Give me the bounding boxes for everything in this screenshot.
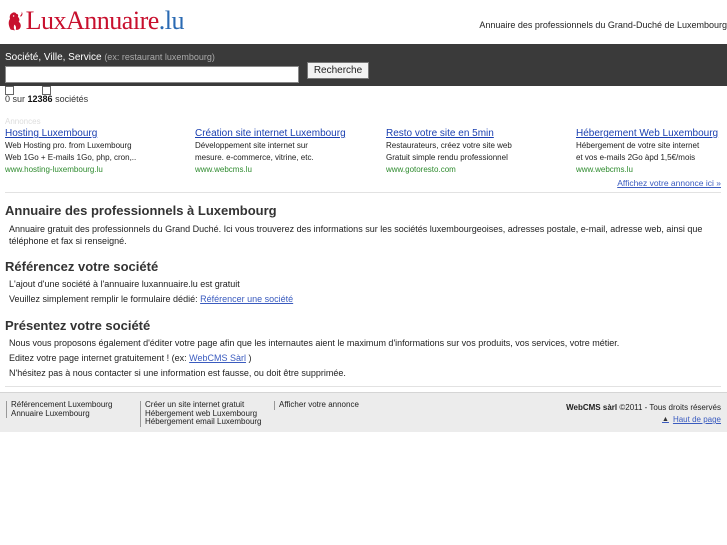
ads-label: Annonces bbox=[5, 117, 41, 126]
search-bar: Société, Ville, Service (ex: restaurant … bbox=[0, 44, 727, 86]
ad-title-link[interactable]: Hosting Luxembourg bbox=[5, 128, 185, 140]
footer-link[interactable]: Afficher votre annonce bbox=[279, 400, 359, 410]
ad-title-link[interactable]: Hébergement Web Luxembourg bbox=[576, 128, 721, 140]
header: LuxAnnuaire.lu Annuaire des professionne… bbox=[0, 0, 727, 44]
presentez-suffix: ) bbox=[248, 353, 252, 363]
search-label-text: Société, Ville, Service bbox=[5, 52, 102, 63]
ad-url[interactable]: www.gotoresto.com bbox=[386, 164, 566, 175]
ad-block: Resto votre site en 5min Restaurateurs, … bbox=[386, 128, 566, 175]
footer-links-col-3: Afficher votre annonce bbox=[274, 400, 359, 410]
result-count-suffix: sociétés bbox=[55, 94, 89, 104]
presentez-prefix: Editez votre page internet gratuitement … bbox=[9, 353, 187, 363]
section-text-presentez-1: Nous vous proposons également d'éditer v… bbox=[9, 338, 620, 348]
footer-link[interactable]: Annuaire Luxembourg bbox=[11, 409, 112, 419]
footer-links-col-2: Créer un site internet gratuit Hébergeme… bbox=[140, 400, 262, 427]
ad-text: Développement site internet sur bbox=[195, 141, 308, 150]
ad-text: Web Hosting pro. from Luxembourg bbox=[5, 141, 132, 150]
divider bbox=[5, 192, 721, 193]
header-tagline: Annuaire des professionnels du Grand-Duc… bbox=[479, 20, 727, 30]
ad-title-link[interactable]: Resto votre site en 5min bbox=[386, 128, 566, 140]
referencer-societe-link[interactable]: Référencer une société bbox=[200, 294, 293, 304]
arrow-up-icon: ▲ bbox=[662, 416, 669, 423]
result-count-prefix: 0 sur bbox=[5, 94, 26, 104]
search-hint: (ex: restaurant luxembourg) bbox=[104, 52, 215, 62]
ad-url[interactable]: www.webcms.lu bbox=[195, 164, 375, 175]
section-title-annuaire: Annuaire des professionnels à Luxembourg bbox=[5, 203, 277, 218]
ad-block: Création site internet Luxembourg Dévelo… bbox=[195, 128, 375, 175]
ad-text: Web 1Go + E-mails 1Go, php, cron,.. bbox=[5, 153, 137, 162]
ad-text: Hébergement de votre site internet bbox=[576, 141, 700, 150]
ad-url[interactable]: www.hosting-luxembourg.lu bbox=[5, 164, 185, 175]
back-to-top-link[interactable]: ▲ Haut de page bbox=[662, 415, 721, 424]
ad-text: et vos e-mails 2Go àpd 1,5€/mois bbox=[576, 153, 696, 162]
ad-text: Restaurateurs, créez votre site web bbox=[386, 141, 512, 150]
webcms-example-link[interactable]: WebCMS Sàrl bbox=[189, 353, 246, 363]
logo-main-text: LuxAnnuaire bbox=[25, 5, 160, 35]
footer-link[interactable]: Hébergement email Luxembourg bbox=[145, 417, 262, 427]
search-button[interactable]: Recherche bbox=[307, 62, 369, 79]
section-text-referencez-2: Veuillez simplement remplir le formulair… bbox=[9, 293, 709, 305]
section-text-presentez-2: Editez votre page internet gratuitement … bbox=[9, 352, 709, 364]
footer-links-col-1: Référencement Luxembourg Annuaire Luxemb… bbox=[6, 400, 112, 419]
back-to-top-label: Haut de page bbox=[672, 415, 721, 424]
footer: Référencement Luxembourg Annuaire Luxemb… bbox=[0, 392, 727, 432]
ad-title-link[interactable]: Création site internet Luxembourg bbox=[195, 128, 375, 140]
ad-block: Hosting Luxembourg Web Hosting pro. from… bbox=[5, 128, 185, 175]
ad-text: mesure. e-commerce, vitrine, etc. bbox=[195, 153, 314, 162]
lion-icon bbox=[8, 11, 23, 30]
ad-block: Hébergement Web Luxembourg Hébergement d… bbox=[576, 128, 721, 175]
section-text-presentez-3: N'hésitez pas à nous contacter si une in… bbox=[9, 368, 346, 378]
section-text-annuaire: Annuaire gratuit des professionnels du G… bbox=[9, 224, 703, 246]
search-label: Société, Ville, Service (ex: restaurant … bbox=[5, 52, 215, 63]
search-input[interactable] bbox=[5, 66, 299, 83]
section-text-referencez-1: L'ajout d'une société à l'annuaire luxan… bbox=[9, 279, 240, 289]
ad-text: Gratuit simple rendu professionnel bbox=[386, 153, 508, 162]
ad-url[interactable]: www.webcms.lu bbox=[576, 164, 721, 175]
result-count: 0 sur 12386 sociétés bbox=[5, 94, 88, 104]
copyright-text: ©2011 - Tous droits réservés bbox=[619, 403, 721, 412]
copyright: WebCMS sàrl ©2011 - Tous droits réservés bbox=[566, 403, 721, 412]
section-title-referencez: Référencez votre société bbox=[5, 259, 159, 274]
result-count-total: 12386 bbox=[27, 94, 53, 104]
site-logo[interactable]: LuxAnnuaire.lu bbox=[5, 4, 185, 37]
logo-tld-text: .lu bbox=[158, 5, 185, 35]
divider bbox=[5, 386, 721, 387]
referencez-prefix: Veuillez simplement remplir le formulair… bbox=[9, 294, 198, 304]
ads-more-link[interactable]: Affichez votre annonce ici » bbox=[617, 178, 721, 188]
company-name: WebCMS sàrl bbox=[566, 403, 618, 412]
section-title-presentez: Présentez votre société bbox=[5, 318, 151, 333]
